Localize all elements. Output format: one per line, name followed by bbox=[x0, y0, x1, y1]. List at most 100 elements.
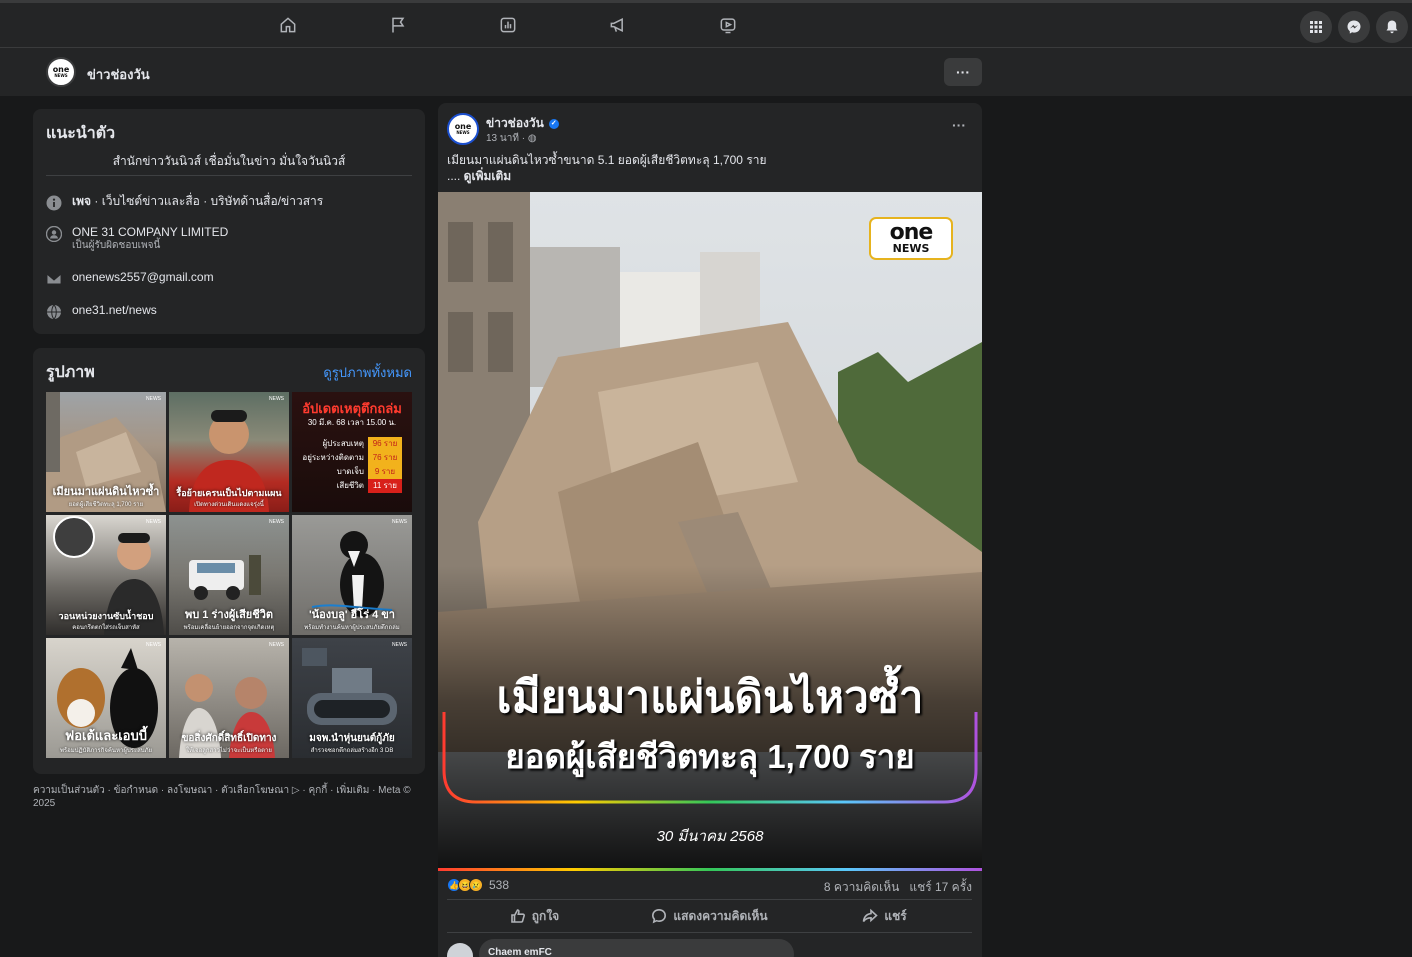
organization-icon bbox=[45, 225, 63, 243]
photo-caption: มจพ.นำหุ่นยนต์กู้ภัย bbox=[309, 733, 395, 744]
see-more-link[interactable]: ดูเพิ่มเติม bbox=[464, 169, 512, 183]
one-news-logo: one NEWS bbox=[869, 217, 953, 260]
brand-watermark: NEWS bbox=[269, 519, 284, 525]
photo-caption: เมียนมาแผ่นดินไหวซ้ำ bbox=[52, 486, 160, 498]
photo-subcaption: ยอดผู้เสียชีวิตทะลุ 1,700 ราย bbox=[68, 502, 144, 508]
share-count[interactable]: แชร์ 17 ครั้ง bbox=[909, 880, 972, 894]
bell-icon[interactable] bbox=[1376, 11, 1408, 43]
category-row: เพจ · เว็บไซต์ข่าวและสื่อ · บริษัทด้านสื… bbox=[46, 194, 323, 211]
email-text: onenews2557@gmail.com bbox=[72, 270, 214, 284]
brand-watermark: NEWS bbox=[269, 642, 284, 648]
stat-label: เสียชีวิต bbox=[336, 481, 364, 490]
brand-watermark: NEWS bbox=[392, 519, 407, 525]
comment-bubble-icon bbox=[652, 908, 667, 924]
commenter-avatar[interactable] bbox=[447, 943, 473, 957]
comment-button[interactable]: แสดงความคิดเห็น bbox=[622, 900, 797, 932]
share-button[interactable]: แชร์ bbox=[797, 900, 972, 932]
category-page-label: เพจ bbox=[72, 194, 92, 208]
stat-row: บาดเจ็บ 9 ราย bbox=[298, 465, 402, 479]
comment-label: แสดงความคิดเห็น bbox=[673, 908, 768, 923]
more-options-button[interactable]: ··· bbox=[944, 58, 982, 86]
post-image[interactable]: one NEWS เมียนมาแผ่นดินไหวซ้ำ ยอดผู้เสีย… bbox=[438, 192, 982, 871]
stat-label: ผู้ประสบเหตุ bbox=[322, 439, 364, 448]
commenter-name[interactable]: Chaem emFC bbox=[488, 947, 552, 957]
share-label: แชร์ bbox=[884, 908, 907, 923]
brand-watermark: NEWS bbox=[146, 642, 161, 648]
timestamp-text[interactable]: 13 นาที · bbox=[486, 133, 528, 144]
brand-watermark: NEWS bbox=[392, 642, 407, 648]
home-icon[interactable] bbox=[276, 13, 300, 37]
photo-caption: รื้อย้ายเครนเป็นไปตามแผน bbox=[176, 488, 282, 498]
sad-reaction-icon: 😢 bbox=[469, 878, 483, 892]
photo-thumbnail[interactable]: NEWS 'น้องบลู' ฮีโร่ 4 ขา พร้อมทำงานค้นห… bbox=[292, 515, 412, 635]
image-date: 30 มีนาคม 2568 bbox=[656, 828, 764, 845]
post-text: เมียนมาแผ่นดินไหวซ้ำขนาด 5.1 ยอดผู้เสียช… bbox=[447, 152, 967, 184]
photo-thumbnail[interactable]: NEWS พบ 1 ร่างผู้เสียชีวิต พร้อมเคลื่อนย… bbox=[169, 515, 289, 635]
photo-subcaption: พร้อมเคลื่อนย้ายออกจากจุดเกิดเหตุ bbox=[183, 625, 275, 631]
photo-caption: ขอสิ่งศักดิ์สิทธิ์เปิดทาง bbox=[181, 733, 277, 744]
stat-label: บาดเจ็บ bbox=[336, 467, 364, 476]
website-link[interactable]: one31.net/news bbox=[72, 303, 157, 318]
footer-links[interactable]: ความเป็นส่วนตัว · ข้อกำหนด · ลงโฆษณา · ต… bbox=[33, 784, 425, 810]
apps-grid-icon[interactable] bbox=[1300, 11, 1332, 43]
post-options-button[interactable]: ··· bbox=[952, 117, 966, 133]
photos-title: รูปภาพ bbox=[46, 364, 95, 381]
info-icon bbox=[46, 195, 62, 211]
insights-icon[interactable] bbox=[496, 13, 520, 37]
post-card: one NEWS ข่าวช่องวัน ✓ 13 นาที · ◍ ··· เม… bbox=[438, 103, 982, 957]
website-row: one31.net/news bbox=[46, 303, 157, 320]
brand-watermark: NEWS bbox=[146, 396, 161, 402]
photo-subcaption: พร้อมปฏิบัติภารกิจค้นหาผู้ประสบภัย bbox=[59, 748, 153, 754]
post-timestamp: 13 นาที · ◍ bbox=[486, 131, 537, 146]
post-action-bar: ถูกใจ แสดงความคิดเห็น แชร์ bbox=[447, 899, 972, 933]
photo-caption: พบ 1 ร่างผู้เสียชีวิต bbox=[184, 609, 274, 621]
page-avatar[interactable]: one NEWS bbox=[46, 57, 76, 87]
image-subline: ยอดผู้เสียชีวิตทะลุ 1,700 ราย bbox=[505, 738, 915, 775]
video-icon[interactable] bbox=[716, 13, 740, 37]
divider bbox=[46, 175, 412, 176]
stat-value: 76 ราย bbox=[368, 451, 402, 465]
envelope-icon bbox=[46, 271, 62, 287]
photo-thumbnail[interactable]: NEWS ฟอเต้และเอบบี้ พร้อมปฏิบัติภารกิจค้… bbox=[46, 638, 166, 758]
photo-caption: 'น้องบลู' ฮีโร่ 4 ขา bbox=[309, 609, 395, 621]
photo-thumbnail[interactable]: NEWS เมียนมาแผ่นดินไหวซ้ำ ยอดผู้เสียชีวิ… bbox=[46, 392, 166, 512]
page-name[interactable]: ข่าวช่องวัน bbox=[87, 64, 150, 85]
page-logo: one NEWS bbox=[52, 65, 70, 79]
verified-badge-icon: ✓ bbox=[548, 118, 559, 129]
reaction-summary[interactable]: 👍 😆 😢 538 bbox=[447, 878, 509, 892]
image-headline: เมียนมาแผ่นดินไหวซ้ำ bbox=[496, 673, 924, 722]
photo-thumbnail[interactable]: NEWS รื้อย้ายเครนเป็นไปตามแผน เปิดทางด่ว… bbox=[169, 392, 289, 512]
company-row: ONE 31 COMPANY LIMITED เป็นผู้รับผิดชอบเ… bbox=[45, 225, 228, 251]
like-label: ถูกใจ bbox=[531, 908, 560, 923]
photos-card: รูปภาพ ดูรูปภาพทั้งหมด NEWS เมียนมาแผ่นด… bbox=[33, 348, 425, 774]
photo-grid: NEWS เมียนมาแผ่นดินไหวซ้ำ ยอดผู้เสียชีวิ… bbox=[46, 392, 412, 758]
photo-subcaption: พร้อมทำงานค้นหาผู้ประสบภัยตึกถล่ม bbox=[304, 625, 400, 631]
share-arrow-icon bbox=[863, 908, 879, 923]
flag-icon[interactable] bbox=[386, 13, 410, 37]
megaphone-icon[interactable] bbox=[606, 13, 630, 37]
messenger-icon[interactable] bbox=[1338, 11, 1370, 43]
photo-subcaption: เปิดทางด่วนเดินแดงแจรุ่งนี้ bbox=[194, 502, 264, 508]
intro-title: แนะนำตัว bbox=[46, 125, 116, 142]
author-logo: one NEWS bbox=[454, 122, 472, 136]
photo-thumbnail[interactable]: NEWS ขอสิ่งศักดิ์สิทธิ์เปิดทาง ให้เจอลูก… bbox=[169, 638, 289, 758]
photo-thumbnail[interactable]: NEWS มจพ.นำหุ่นยนต์กู้ภัย สำรวจซอกตึกถล่… bbox=[292, 638, 412, 758]
post-ellipsis: .... bbox=[447, 169, 464, 183]
engagement-counts: 8 ความคิดเห็น แชร์ 17 ครั้ง bbox=[824, 878, 972, 897]
photo-thumbnail[interactable]: NEWS วอนหน่วยงานซับน้ำชอบ คอนกรีตตกใส่รถ… bbox=[46, 515, 166, 635]
page-header: one NEWS ข่าวช่องวัน ··· bbox=[0, 48, 1412, 96]
post-message: เมียนมาแผ่นดินไหวซ้ำขนาด 5.1 ยอดผู้เสียช… bbox=[447, 153, 767, 167]
infographic-date: 30 มี.ค. 68 เวลา 15.00 น. bbox=[307, 418, 397, 427]
post-author-avatar[interactable]: one NEWS bbox=[447, 113, 479, 145]
photo-subcaption: สำรวจซอกตึกถล่มสร้างอีก 3 DB bbox=[310, 748, 394, 754]
photo-thumbnail-infographic[interactable]: อัปเดตเหตุตึกถล่ม 30 มี.ค. 68 เวลา 15.00… bbox=[292, 392, 412, 512]
comment-count[interactable]: 8 ความคิดเห็น bbox=[824, 880, 899, 894]
like-button[interactable]: ถูกใจ bbox=[447, 900, 622, 932]
stat-row: อยู่ระหว่างติดตาม 76 ราย bbox=[298, 451, 402, 465]
photo-subcaption: ให้เจอลูกสาวไม่ว่าจะเป็นหรือตาย bbox=[186, 748, 272, 754]
reaction-count: 538 bbox=[489, 878, 510, 892]
see-all-photos-link[interactable]: ดูรูปภาพทั้งหมด bbox=[323, 362, 412, 383]
top-navigation bbox=[0, 0, 1412, 48]
intro-bio: สำนักข่าววันนิวส์ เชื่อมั่นในข่าว มั่นใจ… bbox=[112, 154, 346, 168]
stat-value: 96 ราย bbox=[368, 437, 402, 451]
